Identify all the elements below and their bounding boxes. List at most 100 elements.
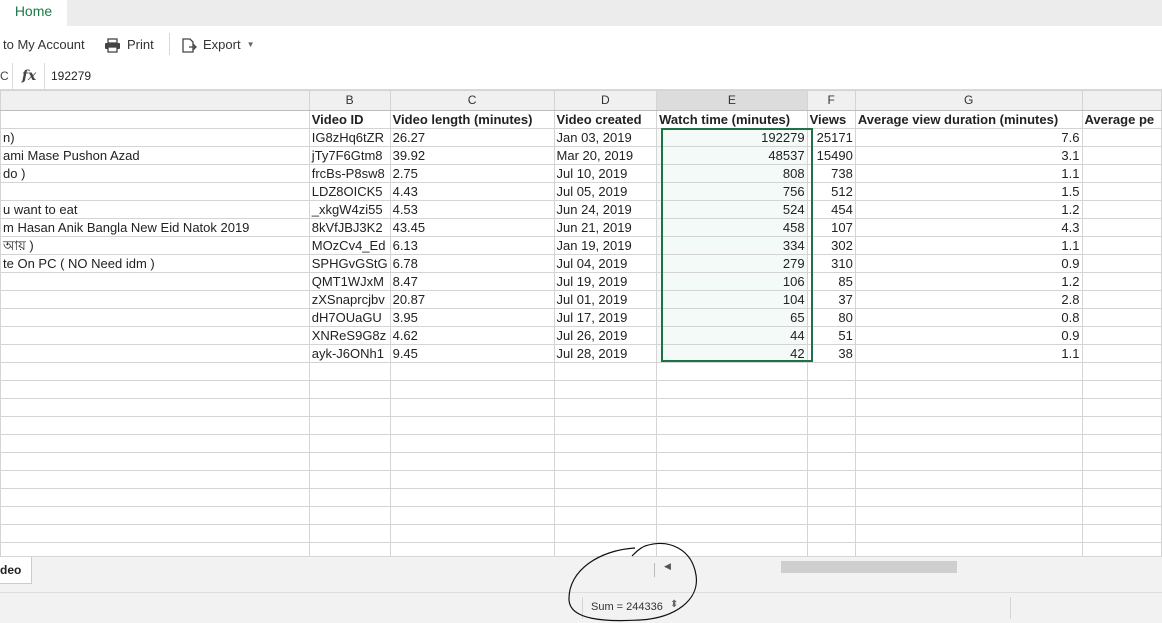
cell[interactable]: 0.8 bbox=[854, 308, 1083, 327]
cell[interactable]: 20.87 bbox=[389, 290, 555, 309]
tab-home[interactable]: Home bbox=[0, 0, 67, 26]
cell[interactable] bbox=[308, 380, 391, 399]
cell[interactable]: 8kVfJBJ3K2 bbox=[308, 218, 391, 237]
cell[interactable]: Jul 10, 2019 bbox=[553, 164, 658, 183]
cell[interactable] bbox=[308, 434, 391, 453]
cell[interactable]: 192279 bbox=[656, 128, 808, 147]
cell[interactable] bbox=[553, 380, 658, 399]
cell[interactable] bbox=[553, 434, 658, 453]
cell[interactable] bbox=[656, 488, 808, 507]
cell[interactable]: m Hasan Anik Bangla New Eid Natok 2019 bbox=[0, 218, 310, 237]
cell[interactable] bbox=[308, 524, 391, 543]
column-header[interactable]: Video ID bbox=[308, 110, 391, 129]
my-account-button[interactable]: to My Account bbox=[3, 36, 85, 54]
cell[interactable] bbox=[854, 542, 1083, 556]
cell[interactable] bbox=[389, 416, 555, 435]
column-header[interactable]: Views bbox=[806, 110, 856, 129]
cell[interactable]: Jul 17, 2019 bbox=[553, 308, 658, 327]
cell[interactable] bbox=[0, 272, 310, 291]
cell[interactable] bbox=[1081, 524, 1162, 543]
cell[interactable] bbox=[1081, 362, 1162, 381]
cell[interactable]: 808 bbox=[656, 164, 808, 183]
cell[interactable]: 756 bbox=[656, 182, 808, 201]
scroll-left-icon[interactable]: ◀ bbox=[664, 561, 671, 572]
cell[interactable] bbox=[0, 452, 310, 471]
cell[interactable] bbox=[553, 470, 658, 489]
cell[interactable]: 39.92 bbox=[389, 146, 555, 165]
cell[interactable]: 51 bbox=[806, 326, 856, 345]
cell[interactable] bbox=[656, 542, 808, 556]
cell[interactable]: Mar 20, 2019 bbox=[553, 146, 658, 165]
cell[interactable] bbox=[806, 452, 856, 471]
cell[interactable]: 0.9 bbox=[854, 254, 1083, 273]
cell[interactable] bbox=[854, 506, 1083, 525]
cell[interactable] bbox=[806, 524, 856, 543]
cell[interactable] bbox=[656, 434, 808, 453]
cell[interactable] bbox=[1081, 164, 1162, 183]
cell[interactable]: 524 bbox=[656, 200, 808, 219]
cell[interactable] bbox=[0, 416, 310, 435]
cell[interactable] bbox=[389, 398, 555, 417]
cell[interactable] bbox=[308, 416, 391, 435]
cell[interactable] bbox=[0, 344, 310, 363]
cell[interactable]: 9.45 bbox=[389, 344, 555, 363]
cell[interactable]: 15490 bbox=[806, 146, 856, 165]
cell[interactable] bbox=[854, 416, 1083, 435]
cell[interactable] bbox=[308, 542, 391, 556]
cell[interactable] bbox=[553, 398, 658, 417]
cell[interactable]: QMT1WJxM bbox=[308, 272, 391, 291]
cell[interactable]: Jul 26, 2019 bbox=[553, 326, 658, 345]
cell[interactable] bbox=[1081, 416, 1162, 435]
cell[interactable] bbox=[656, 380, 808, 399]
cell[interactable] bbox=[0, 326, 310, 345]
cell[interactable] bbox=[308, 488, 391, 507]
cell[interactable] bbox=[1081, 470, 1162, 489]
cell[interactable]: 26.27 bbox=[389, 128, 555, 147]
export-button[interactable]: Export ▼ bbox=[181, 36, 255, 54]
name-box[interactable]: C bbox=[0, 63, 13, 89]
cell[interactable]: 6.13 bbox=[389, 236, 555, 255]
cell[interactable] bbox=[0, 470, 310, 489]
cell[interactable] bbox=[0, 380, 310, 399]
column-header[interactable]: Watch time (minutes) bbox=[656, 110, 808, 129]
cell[interactable] bbox=[656, 398, 808, 417]
updown-arrows-icon[interactable]: ⬍ bbox=[670, 599, 678, 610]
cell[interactable] bbox=[854, 434, 1083, 453]
cell[interactable]: frcBs-P8sw8 bbox=[308, 164, 391, 183]
cell[interactable]: আয় ) bbox=[0, 236, 310, 255]
cell[interactable]: 65 bbox=[656, 308, 808, 327]
cell[interactable]: Jul 01, 2019 bbox=[553, 290, 658, 309]
cell[interactable] bbox=[0, 182, 310, 201]
cell[interactable] bbox=[806, 506, 856, 525]
cell[interactable] bbox=[308, 506, 391, 525]
cell[interactable]: 38 bbox=[806, 344, 856, 363]
cell[interactable]: 3.95 bbox=[389, 308, 555, 327]
cell[interactable] bbox=[389, 506, 555, 525]
cell[interactable] bbox=[1081, 542, 1162, 556]
sheet-tab[interactable]: deo bbox=[0, 557, 32, 584]
cell[interactable]: 1.2 bbox=[854, 200, 1083, 219]
cell[interactable] bbox=[389, 488, 555, 507]
column-header[interactable] bbox=[0, 110, 310, 129]
cell[interactable] bbox=[0, 542, 310, 556]
cell[interactable]: 80 bbox=[806, 308, 856, 327]
print-button[interactable]: Print bbox=[104, 36, 154, 54]
cell[interactable] bbox=[1081, 308, 1162, 327]
cell[interactable] bbox=[308, 398, 391, 417]
cell[interactable]: 104 bbox=[656, 290, 808, 309]
cell[interactable]: Jun 24, 2019 bbox=[553, 200, 658, 219]
cell[interactable] bbox=[1081, 506, 1162, 525]
cell[interactable]: u want to eat bbox=[0, 200, 310, 219]
cell[interactable] bbox=[656, 470, 808, 489]
cell[interactable]: Jul 04, 2019 bbox=[553, 254, 658, 273]
cell[interactable] bbox=[854, 398, 1083, 417]
cell[interactable]: 4.3 bbox=[854, 218, 1083, 237]
cell[interactable] bbox=[1081, 326, 1162, 345]
cell[interactable]: 43.45 bbox=[389, 218, 555, 237]
cell[interactable]: 458 bbox=[656, 218, 808, 237]
cell[interactable] bbox=[1081, 128, 1162, 147]
cell[interactable] bbox=[0, 524, 310, 543]
cell[interactable]: te On PC ( NO Need idm ) bbox=[0, 254, 310, 273]
cell[interactable]: 4.62 bbox=[389, 326, 555, 345]
cell[interactable] bbox=[1081, 452, 1162, 471]
